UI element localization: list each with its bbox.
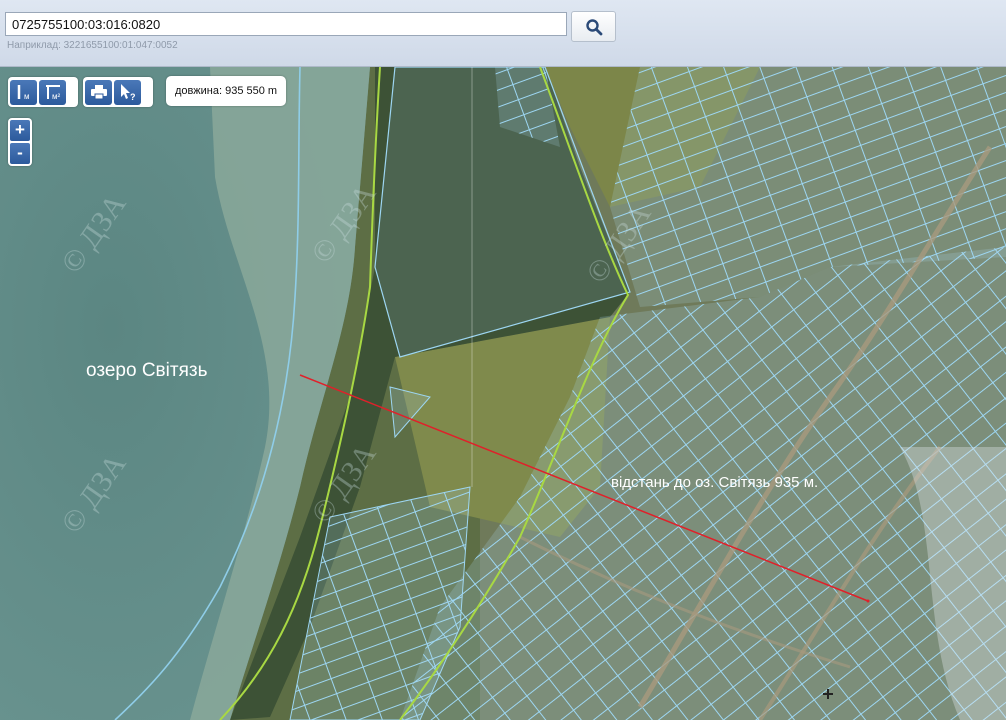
cadastral-search-input[interactable]: [5, 12, 567, 36]
length-value: 935 550 m: [225, 85, 278, 97]
info-button[interactable]: ?: [114, 79, 141, 105]
length-label: довжина:: [175, 85, 223, 97]
search-button[interactable]: [571, 11, 616, 42]
measure-tools: м м²: [8, 77, 78, 107]
measure-end-point: [866, 599, 870, 603]
zoom-out-button[interactable]: -: [10, 143, 30, 164]
svg-text:?: ?: [130, 92, 136, 102]
printer-icon: [90, 85, 107, 100]
zoom-in-button[interactable]: +: [10, 120, 30, 141]
svg-text:м: м: [24, 92, 30, 101]
utility-tools: ?: [83, 77, 153, 107]
ruler-area-icon: м²: [45, 85, 61, 101]
svg-text:м²: м²: [52, 92, 61, 101]
zoom-control: + -: [8, 118, 32, 166]
search-icon: [585, 18, 602, 35]
ruler-length-icon: м: [17, 85, 30, 101]
lake-label: озеро Світязь: [86, 360, 208, 381]
search-bar: Наприклад: 3221655100:01:047:0052: [0, 0, 1006, 67]
map-canvas[interactable]: [0, 67, 1006, 720]
measure-area-button[interactable]: м²: [39, 79, 66, 105]
map-view[interactable]: © ДЗА © ДЗА © ДЗА © ДЗА © ДЗА озеро Світ…: [0, 67, 1006, 720]
print-button[interactable]: [85, 79, 112, 105]
distance-label: відстань до оз. Світязь 935 м.: [611, 474, 819, 491]
cursor-question-icon: ?: [120, 84, 136, 102]
search-example-hint: Наприклад: 3221655100:01:047:0052: [7, 40, 178, 51]
measure-length-button[interactable]: м: [10, 79, 37, 105]
length-readout: довжина: 935 550 m: [166, 76, 287, 106]
